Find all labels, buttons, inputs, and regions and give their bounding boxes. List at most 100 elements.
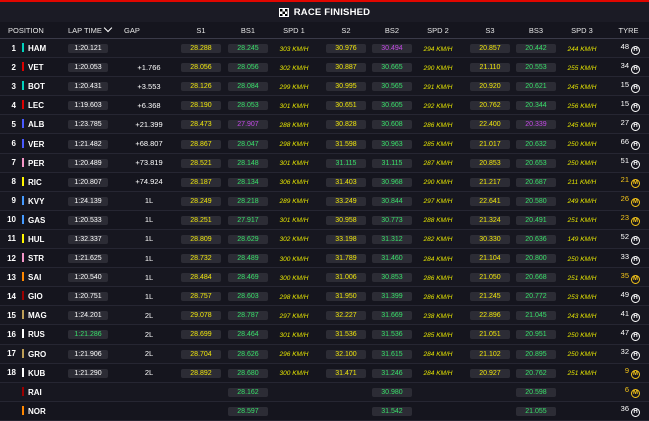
sector-s2-time: 30.958 [326, 215, 366, 225]
driver-row[interactable]: 15 MAG 1:24.201 2L 29.078 28.787 297 KM/H 32.22… [0, 305, 649, 326]
sector-s1-time: 28.867 [181, 139, 221, 149]
lap-time: 1:20.121 [68, 44, 108, 54]
driver-row[interactable]: 16 RUS 1:21.286 2L 28.699 28.464 301 KM/H 31.53… [0, 324, 649, 345]
sector-bs2-time: 30.565 [372, 82, 412, 92]
tyre-laps: 41 [620, 308, 629, 318]
gap-value: +73.819 [124, 153, 174, 173]
position-number: 5 [0, 114, 22, 135]
position-number: 4 [0, 95, 22, 116]
sector-s1-time: 28.757 [181, 292, 221, 302]
sector-s2-time: 31.536 [326, 330, 366, 340]
sector-s1-time: 28.190 [181, 101, 221, 111]
driver-row[interactable]: 14 GIO 1:20.751 1L 28.757 28.603 298 KM/H 31.95… [0, 286, 649, 307]
sector-bs1-time: 27.907 [228, 120, 268, 130]
sector-bs2-time: 31.615 [372, 349, 412, 359]
spd1-speed: 297 KM/H [279, 312, 309, 320]
driver-row[interactable]: 10 GAS 1:20.533 1L 28.251 27.917 301 KM/H 30.95… [0, 210, 649, 230]
team-color-bar [22, 138, 24, 148]
spd2-speed: 285 KM/H [423, 141, 453, 149]
col-spd1[interactable]: SPD 1 [268, 22, 320, 39]
driver-row[interactable]: 13 SAI 1:20.540 1L 28.484 28.469 300 KM/H 31.00… [0, 267, 649, 288]
gap-value: 1L [124, 248, 174, 269]
sector-s3-time: 21.110 [470, 63, 510, 73]
driver-row[interactable]: 2 VET 1:20.053 +1.766 28.056 28.056 302 KM/H 30… [0, 57, 649, 78]
sector-s1-time: 28.249 [181, 196, 221, 206]
sector-bs1-time: 28.469 [228, 273, 268, 283]
team-color-bar [22, 43, 24, 53]
driver-row[interactable]: 5 ALB 1:23.785 +21.399 28.473 27.907 288 KM/H 3… [0, 114, 649, 135]
team-color-bar [22, 348, 24, 358]
sector-s3-time: 21.104 [470, 254, 510, 264]
col-position[interactable]: POSITION [0, 22, 68, 39]
spd2-speed: 287 KM/H [423, 160, 453, 168]
driver-code: PER [28, 158, 45, 168]
sector-bs3-time: 20.772 [516, 292, 556, 302]
driver-row[interactable]: 18 KUB 1:21.290 2L 28.892 28.680 300 KM/H 31.47… [0, 363, 649, 383]
col-spd3[interactable]: SPD 3 [556, 22, 608, 39]
tyre-compound-icon: H [631, 331, 640, 341]
col-s1[interactable]: S1 [174, 22, 228, 39]
sector-bs2-time: 31.246 [372, 368, 412, 378]
sector-bs3-time: 20.344 [516, 101, 556, 111]
sector-s3-time: 21.050 [470, 273, 510, 283]
gap-value: 2L [124, 324, 174, 345]
driver-row[interactable]: 3 BOT 1:20.431 +3.553 28.126 28.084 299 KM/H 30… [0, 76, 649, 97]
driver-row[interactable]: 1 HAM 1:20.121 28.288 28.245 303 KM/H 30.976 30… [0, 38, 649, 59]
gap-value: 2L [124, 363, 174, 383]
tyre-laps: 35 [620, 270, 629, 280]
driver-row[interactable]: 11 HUL 1:32.337 1L 28.809 28.629 302 KM/H 33.19… [0, 229, 649, 250]
spd2-speed: 288 KM/H [423, 217, 453, 225]
tyre-compound-icon: M [631, 370, 640, 380]
sector-s3-time: 21.102 [470, 349, 510, 359]
spd1-speed: 301 KM/H [279, 217, 309, 225]
tyre-laps: 6 [624, 385, 629, 395]
col-s3[interactable]: S3 [464, 22, 516, 39]
spd2-speed: 238 KM/H [423, 312, 453, 320]
tyre-compound-icon: H [631, 141, 640, 151]
sector-bs1-time: 28.056 [228, 63, 268, 73]
driver-row[interactable]: 4 LEC 1:19.603 +6.368 28.190 28.053 301 KM/H 30… [0, 95, 649, 116]
col-lap-time[interactable]: LAP TIME [68, 22, 124, 39]
sector-bs1-time: 28.603 [228, 292, 268, 302]
team-color-bar [22, 367, 24, 377]
lap-time: 1:20.533 [68, 215, 108, 225]
spd1-speed: 298 KM/H [279, 293, 309, 301]
spd1-speed: 300 KM/H [279, 370, 309, 378]
col-bs3[interactable]: BS3 [516, 22, 556, 39]
driver-code: HUL [28, 234, 45, 244]
driver-row[interactable]: NOR 28.597 31.542 21.055 36 H [0, 401, 649, 421]
position-number: 6 [0, 133, 22, 154]
position-number: 3 [0, 76, 22, 97]
driver-row[interactable]: 12 STR 1:21.625 1L 28.732 28.489 300 KM/H 31.78… [0, 248, 649, 269]
driver-row[interactable]: 9 KVY 1:24.139 1L 28.249 28.218 289 KM/H 33.249… [0, 191, 649, 211]
sector-bs3-time: 21.045 [516, 311, 556, 321]
col-gap[interactable]: GAP [124, 22, 174, 39]
spd1-speed: 303 KM/H [279, 45, 309, 53]
driver-row[interactable]: 7 PER 1:20.489 +73.819 28.521 28.148 301 KM/H 3… [0, 153, 649, 173]
driver-code: RUS [28, 330, 45, 340]
col-s2[interactable]: S2 [320, 22, 372, 39]
driver-row[interactable]: 8 RIC 1:20.807 +74.924 28.187 28.134 306 KM/H 3… [0, 172, 649, 192]
driver-row[interactable]: 6 VER 1:21.482 +68.807 28.867 28.047 298 KM/H 3… [0, 133, 649, 154]
col-bs1[interactable]: BS1 [228, 22, 268, 39]
sector-bs1-time: 28.464 [228, 330, 268, 340]
gap-value: +6.368 [124, 95, 174, 116]
col-bs2[interactable]: BS2 [372, 22, 412, 39]
tyre-compound-icon: H [631, 255, 640, 265]
spd2-speed: 284 KM/H [423, 351, 453, 359]
sector-s1-time: 28.699 [181, 330, 221, 340]
sector-bs3-time: 20.636 [516, 234, 556, 244]
spd3-speed: 250 KM/H [567, 255, 597, 263]
col-tyre[interactable]: TYRE [608, 22, 649, 39]
driver-code: MAG [28, 311, 47, 321]
col-spd2[interactable]: SPD 2 [412, 22, 464, 39]
driver-row[interactable]: RAI 28.162 30.980 20.598 6 M [0, 382, 649, 402]
sector-s1-time: 28.704 [181, 349, 221, 359]
lap-time: 1:24.201 [68, 311, 108, 321]
sector-s3-time: 21.245 [470, 292, 510, 302]
sector-bs1-time: 28.680 [228, 368, 268, 378]
lap-time: 1:20.489 [68, 158, 108, 168]
spd1-speed: 300 KM/H [279, 274, 309, 282]
driver-row[interactable]: 17 GRO 1:21.906 2L 28.704 28.626 296 KM/H 32.10… [0, 344, 649, 364]
spd1-speed: 301 KM/H [279, 102, 309, 110]
